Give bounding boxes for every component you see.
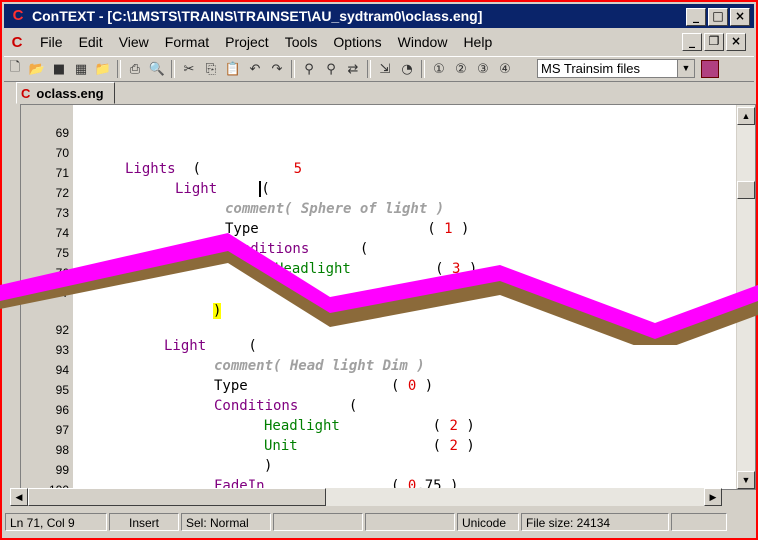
code-line: ) <box>213 303 222 319</box>
code-line: 71 Light ( <box>21 147 735 197</box>
status-encoding: Unicode <box>457 513 519 531</box>
code-line: 96 Headlight ( 2 ) <box>21 384 735 434</box>
main-toolbar: 🗋 📂 ■ ▦ 📁 ⎙ 🔍 ✂ ⎘ 📋 ↶ ↷ ⚲ ⚲ ⇄ ⇲ ◔ ① ② ③ … <box>4 56 754 82</box>
close-button[interactable]: × <box>730 8 750 26</box>
open-recent-icon[interactable]: 📁 <box>92 59 114 79</box>
new-file-icon[interactable]: 🗋 <box>4 59 26 79</box>
doc-minimize-button[interactable]: _ <box>682 33 702 51</box>
horizontal-scrollbar[interactable]: ◀ ▶ <box>10 488 722 506</box>
user-cmd-2-icon[interactable]: ② <box>450 59 472 79</box>
code-line: 99 FadeIn ( 0.75 ) <box>21 444 735 489</box>
cut-icon[interactable]: ✂ <box>178 59 200 79</box>
code-line: 100 FadeOut ( 0.75 ) <box>21 464 735 489</box>
code-line: 93 comment( Head light Dim ) <box>21 324 735 374</box>
status-selection: Sel: Normal <box>181 513 271 531</box>
code-line: 72 comment( Sphere of light ) <box>21 167 735 217</box>
menu-window[interactable]: Window <box>390 34 456 50</box>
paste-icon[interactable]: 📋 <box>222 59 244 79</box>
toolbar-separator <box>117 60 121 78</box>
status-empty-1 <box>273 513 363 531</box>
maximize-button[interactable]: □ <box>708 8 728 26</box>
chevron-down-icon[interactable]: ▼ <box>677 60 694 77</box>
menu-help[interactable]: Help <box>455 34 500 50</box>
menu-tools[interactable]: Tools <box>277 34 326 50</box>
help-book-icon[interactable] <box>701 60 719 78</box>
menu-project[interactable]: Project <box>217 34 277 50</box>
redo-icon[interactable]: ↷ <box>266 59 288 79</box>
find-icon[interactable]: ⚲ <box>298 59 320 79</box>
open-folder-icon[interactable]: 📂 <box>26 59 48 79</box>
menu-view[interactable]: View <box>111 34 157 50</box>
code-line: 76 Unit ( 2 ) <box>21 247 735 297</box>
minimize-button[interactable]: _ <box>686 8 706 26</box>
filetype-select[interactable]: MS Trainsim files ▼ <box>537 59 695 78</box>
goto-icon[interactable]: ⇲ <box>374 59 396 79</box>
code-editor[interactable]: 69 70 Lights ( 5 71 Light ( 72 comment( … <box>20 104 756 490</box>
toolbar-separator <box>291 60 295 78</box>
tab-oclass-eng[interactable]: C oclass.eng <box>16 82 115 104</box>
status-mode: Insert <box>109 513 179 531</box>
code-line: 75 Headlight ( 3 ) <box>21 227 735 277</box>
status-position: Ln 71, Col 9 <box>5 513 107 531</box>
scroll-down-button[interactable]: ▼ <box>737 471 755 489</box>
code-line: 77 <box>21 267 735 300</box>
title-bar[interactable]: C ConTEXT - [C:\1MSTS\TRAINS\TRAINSET\AU… <box>4 4 754 28</box>
print-icon[interactable]: ⎙ <box>124 59 146 79</box>
doc-close-button[interactable]: × <box>726 33 746 51</box>
code-line: 69 <box>21 107 735 140</box>
macro-icon[interactable]: ◔ <box>396 59 418 79</box>
code-line: 98 ) <box>21 424 735 474</box>
scroll-right-button[interactable]: ▶ <box>704 488 722 506</box>
status-bar: Ln 71, Col 9 Insert Sel: Normal Unicode … <box>4 512 754 534</box>
toolbar-separator <box>367 60 371 78</box>
menu-options[interactable]: Options <box>325 34 389 50</box>
replace-icon[interactable]: ⇄ <box>342 59 364 79</box>
menu-edit[interactable]: Edit <box>71 34 111 50</box>
code-line: 70 Lights ( 5 <box>21 127 735 177</box>
toolbar-separator <box>171 60 175 78</box>
file-tab-icon: C <box>21 85 31 101</box>
vertical-scrollbar[interactable]: ▲ ▼ <box>736 105 755 489</box>
user-cmd-3-icon[interactable]: ③ <box>472 59 494 79</box>
code-line: 97 Unit ( 2 ) <box>21 404 735 454</box>
code-line: 94 Type ( 0 ) <box>21 344 735 394</box>
menu-format[interactable]: Format <box>157 34 217 50</box>
doc-restore-button[interactable]: ❐ <box>704 33 724 51</box>
context-app-icon[interactable]: C <box>10 8 26 24</box>
code-line: 92 Light ( <box>21 304 735 354</box>
scroll-up-button[interactable]: ▲ <box>737 107 755 125</box>
document-caption-buttons: _ ❐ × <box>682 33 746 51</box>
find-next-icon[interactable]: ⚲ <box>320 59 342 79</box>
scroll-left-button[interactable]: ◀ <box>10 488 28 506</box>
user-cmd-1-icon[interactable]: ① <box>428 59 450 79</box>
document-tabs: C oclass.eng <box>16 82 115 104</box>
code-line: 95 Conditions ( <box>21 364 735 414</box>
toolbar-separator <box>421 60 425 78</box>
vertical-scroll-thumb[interactable] <box>737 181 755 199</box>
tab-label: oclass.eng <box>36 85 104 101</box>
copy-icon[interactable]: ⎘ <box>200 59 222 79</box>
user-cmd-4-icon[interactable]: ④ <box>494 59 516 79</box>
filetype-select-value: MS Trainsim files <box>541 61 640 76</box>
app-window: C ConTEXT - [C:\1MSTS\TRAINS\TRAINSET\AU… <box>0 0 758 540</box>
size-grip[interactable] <box>671 513 727 531</box>
status-file-size: File size: 24134 <box>521 513 669 531</box>
code-line: 74 Conditions ( <box>21 207 735 257</box>
menu-file[interactable]: File <box>32 34 71 50</box>
code-line: 73 Type ( 1 ) <box>21 187 735 237</box>
menu-bar: C File Edit View Format Project Tools Op… <box>4 31 754 53</box>
document-system-icon[interactable]: C <box>8 34 26 51</box>
status-empty-2 <box>365 513 455 531</box>
horizontal-scroll-thumb[interactable] <box>28 488 326 506</box>
caption-buttons: _ □ × <box>686 8 750 26</box>
print-preview-icon[interactable]: 🔍 <box>146 59 168 79</box>
undo-icon[interactable]: ↶ <box>244 59 266 79</box>
window-title: ConTEXT - [C:\1MSTS\TRAINS\TRAINSET\AU_s… <box>32 8 483 24</box>
save-all-icon[interactable]: ▦ <box>70 59 92 79</box>
save-icon[interactable]: ■ <box>48 59 70 79</box>
